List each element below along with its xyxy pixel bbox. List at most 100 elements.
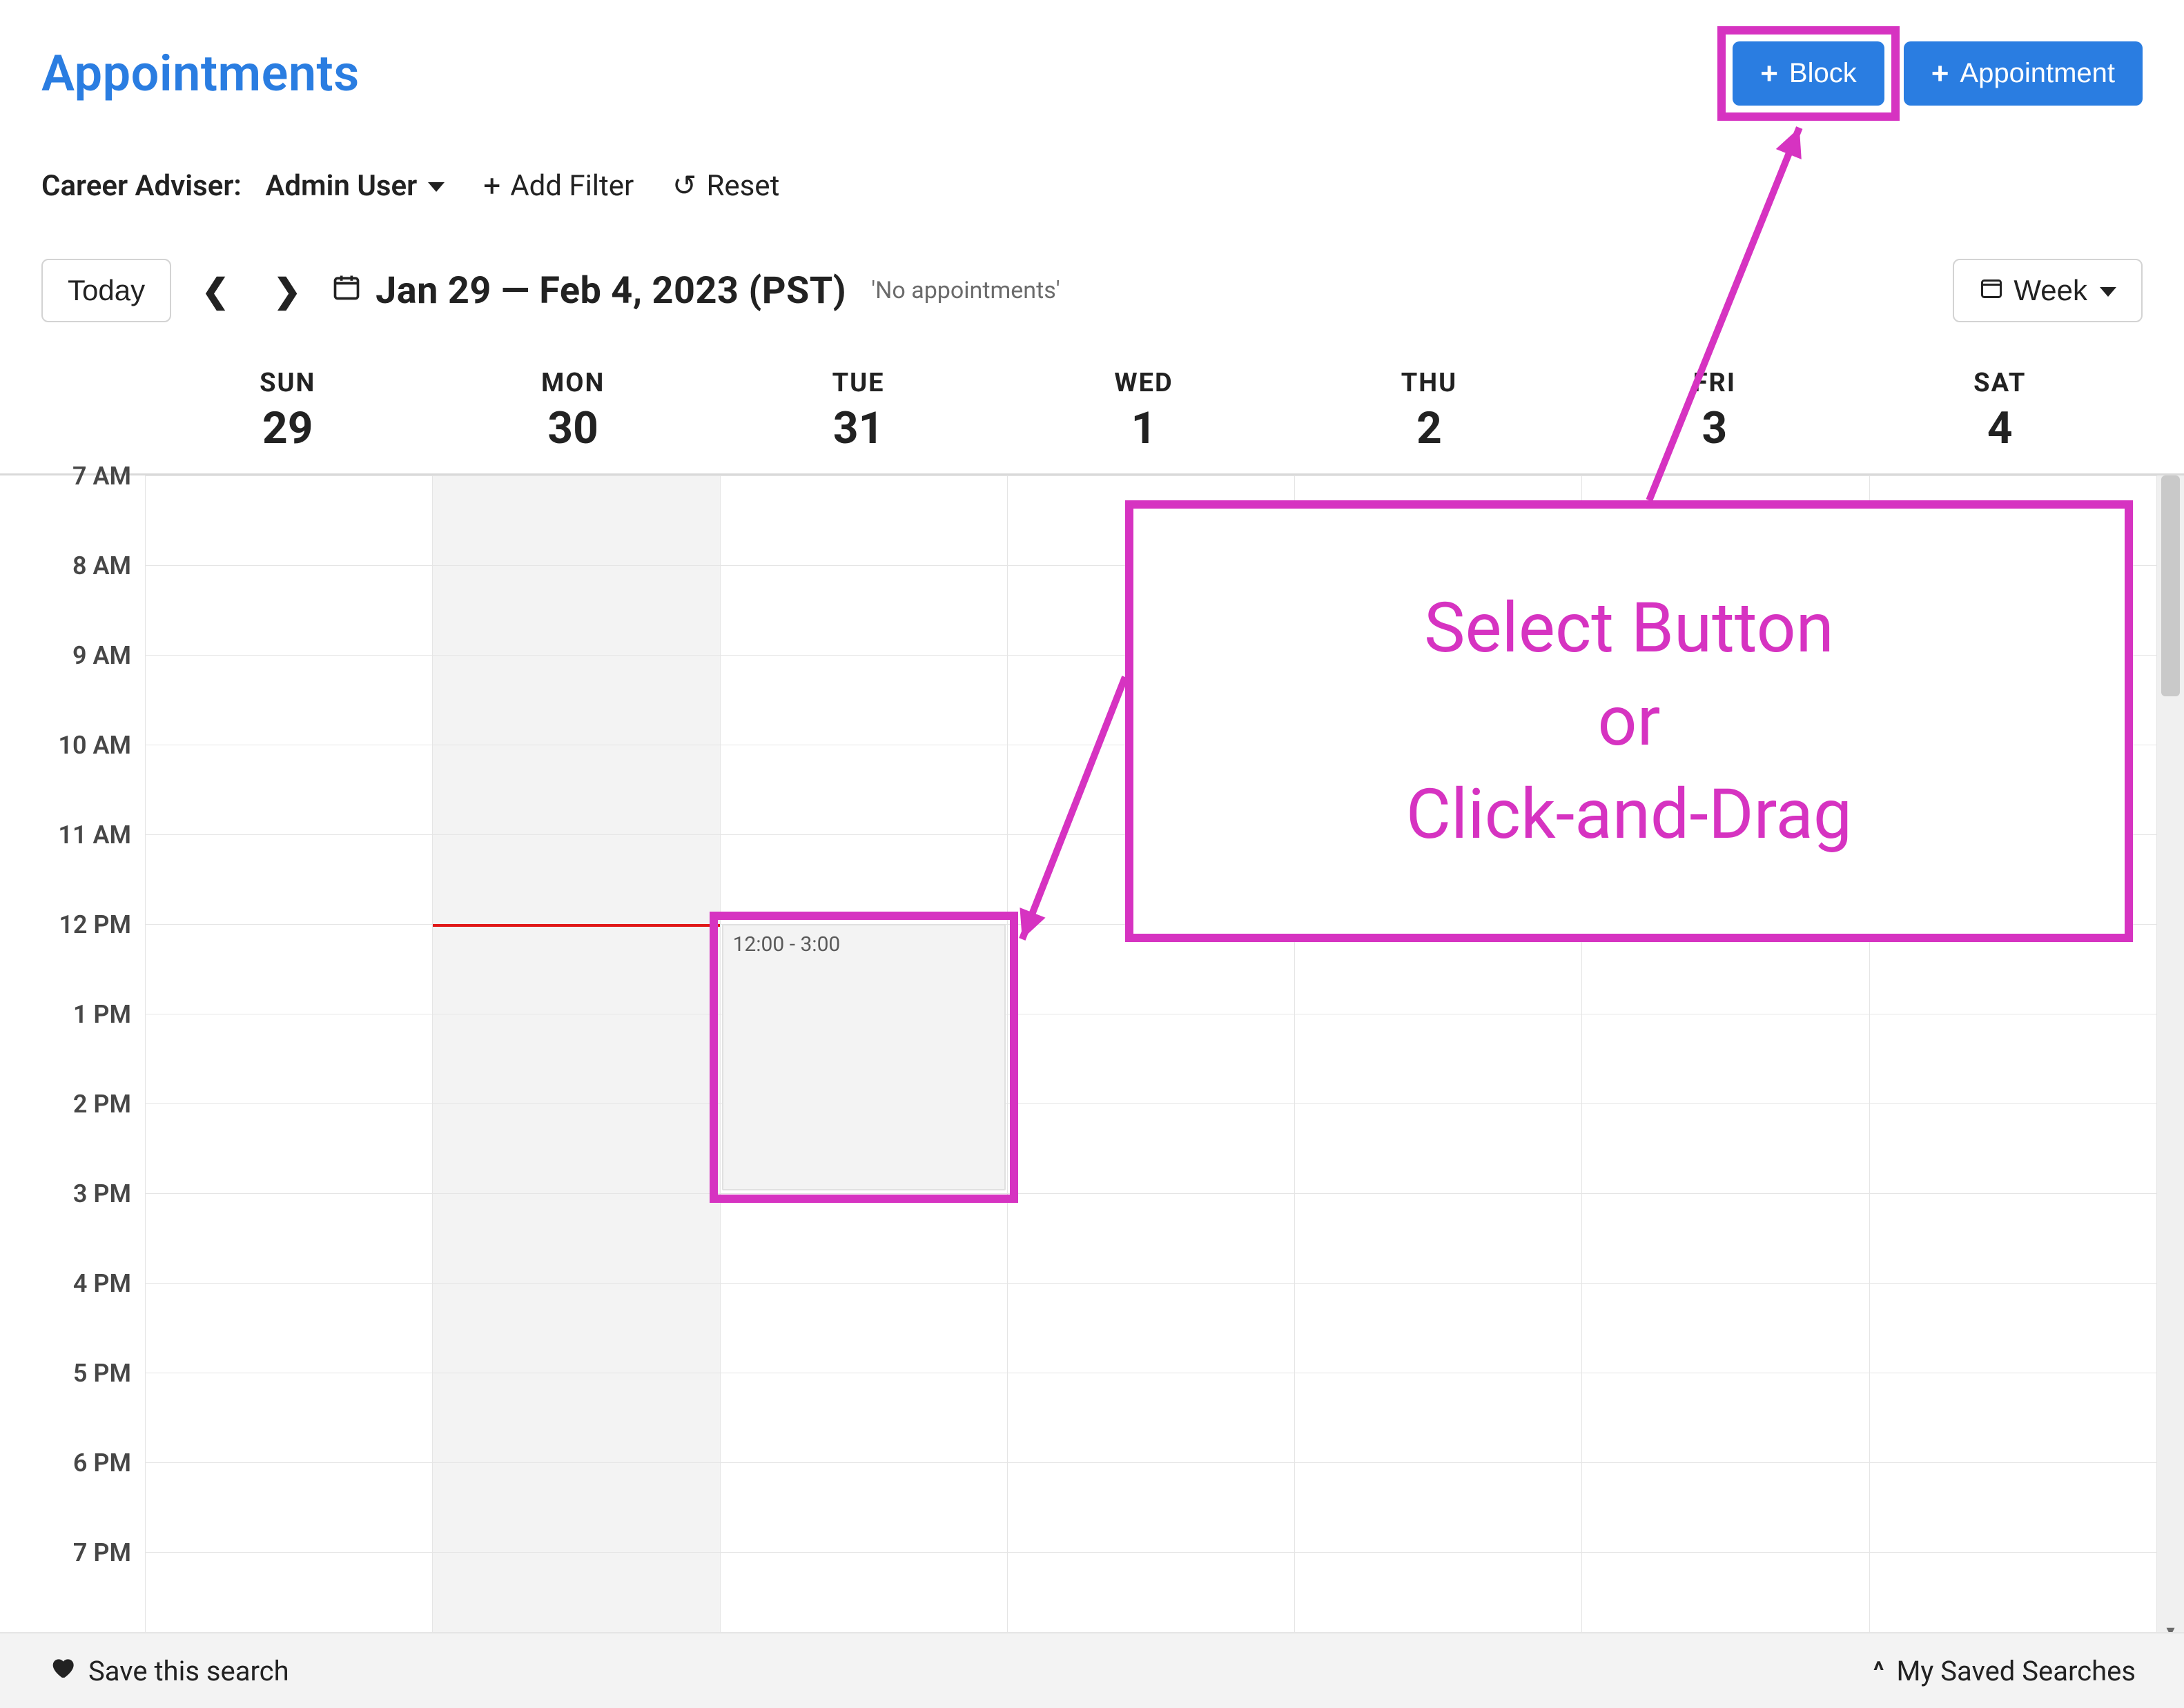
hour-cell[interactable] xyxy=(146,1552,432,1642)
hour-cell[interactable] xyxy=(721,1552,1007,1642)
hour-cell[interactable] xyxy=(433,1014,719,1103)
hour-cell[interactable] xyxy=(146,1373,432,1462)
hour-cell[interactable] xyxy=(1008,1373,1294,1462)
hour-cell[interactable] xyxy=(1295,1193,1581,1283)
day-column[interactable] xyxy=(432,475,719,1642)
calendar-icon xyxy=(331,272,362,310)
hour-cell[interactable] xyxy=(1870,1193,2156,1283)
hour-cell[interactable] xyxy=(433,1103,719,1193)
day-headers: SUN29MON30TUE31WED1THU2FRI3SAT4 xyxy=(0,350,2184,469)
hour-cell[interactable] xyxy=(721,1283,1007,1373)
hour-cell[interactable] xyxy=(1582,1552,1869,1642)
today-label: Today xyxy=(68,274,145,307)
day-column[interactable] xyxy=(145,475,432,1642)
my-saved-searches-button[interactable]: ^ My Saved Searches xyxy=(1873,1655,2136,1687)
save-search-button[interactable]: Save this search xyxy=(48,1653,289,1688)
hour-cell[interactable] xyxy=(1295,1462,1581,1552)
hour-cell[interactable] xyxy=(146,834,432,924)
hour-cell[interactable] xyxy=(1008,1193,1294,1283)
date-range-text: Jan 29 — Feb 4, 2023 (PST) xyxy=(376,269,846,313)
view-selector[interactable]: Week xyxy=(1953,259,2143,322)
annotation-callout-box: Select Button or Click-and-Drag xyxy=(1125,500,2133,942)
hour-cell[interactable] xyxy=(433,1373,719,1462)
reset-button[interactable]: ↻ Reset xyxy=(672,168,779,203)
hour-cell[interactable] xyxy=(1582,1193,1869,1283)
hour-cell[interactable] xyxy=(1008,1014,1294,1103)
time-column: 7 AM8 AM9 AM10 AM11 AM12 PM1 PM2 PM3 PM4… xyxy=(0,475,145,1642)
scroll-thumb[interactable] xyxy=(2161,475,2180,696)
hour-cell[interactable] xyxy=(1008,1283,1294,1373)
hour-cell[interactable] xyxy=(433,834,719,924)
hour-cell[interactable] xyxy=(1295,1552,1581,1642)
hour-cell[interactable] xyxy=(146,565,432,655)
adviser-label: Career Adviser: xyxy=(41,169,242,203)
hour-cell[interactable] xyxy=(433,745,719,834)
appointment-button[interactable]: + Appointment xyxy=(1904,41,2143,106)
hour-cell[interactable] xyxy=(721,655,1007,745)
hour-cell[interactable] xyxy=(146,1462,432,1552)
hour-cell[interactable] xyxy=(433,1193,719,1283)
hour-cell[interactable] xyxy=(433,565,719,655)
hour-cell[interactable] xyxy=(1295,1014,1581,1103)
hour-cell[interactable] xyxy=(1295,1283,1581,1373)
hour-cell[interactable] xyxy=(146,475,432,565)
hour-cell[interactable] xyxy=(721,834,1007,924)
hour-cell[interactable] xyxy=(146,1193,432,1283)
appointment-button-label: Appointment xyxy=(1960,58,2115,89)
hour-cell[interactable] xyxy=(721,1373,1007,1462)
date-range: Jan 29 — Feb 4, 2023 (PST) 'No appointme… xyxy=(331,269,1060,313)
hour-cell[interactable] xyxy=(433,1462,719,1552)
my-saved-label: My Saved Searches xyxy=(1896,1655,2136,1687)
next-week-button[interactable]: ❯ xyxy=(260,271,315,311)
hour-cell[interactable] xyxy=(433,1552,719,1642)
hour-cell[interactable] xyxy=(1870,1373,2156,1462)
hour-cell[interactable] xyxy=(433,924,719,1014)
block-button[interactable]: + Block xyxy=(1733,41,1884,106)
hour-cell[interactable] xyxy=(721,1193,1007,1283)
hour-cell[interactable] xyxy=(721,565,1007,655)
hour-cell[interactable] xyxy=(433,655,719,745)
hour-cell[interactable] xyxy=(433,1283,719,1373)
day-number: 2 xyxy=(1287,402,1572,454)
hour-cell[interactable] xyxy=(1008,1103,1294,1193)
day-of-week: MON xyxy=(430,368,715,398)
chevron-down-icon xyxy=(428,182,445,192)
hour-cell[interactable] xyxy=(721,475,1007,565)
hour-cell[interactable] xyxy=(1582,1283,1869,1373)
career-adviser-filter[interactable]: Career Adviser: Admin User xyxy=(41,169,445,203)
hour-cell[interactable] xyxy=(146,745,432,834)
hour-cell[interactable] xyxy=(146,1014,432,1103)
toolbar-left: Today ❮ ❯ Jan 29 — Feb 4, 2023 (PST) 'No… xyxy=(41,259,1060,322)
hour-cell[interactable] xyxy=(146,655,432,745)
reset-label: Reset xyxy=(706,169,779,203)
filter-bar: Career Adviser: Admin User + Add Filter … xyxy=(0,106,2184,204)
hour-cell[interactable] xyxy=(721,745,1007,834)
scrollbar[interactable]: ▴▾ xyxy=(2156,475,2184,1642)
hour-cell[interactable] xyxy=(1582,1462,1869,1552)
day-number: 30 xyxy=(430,402,715,454)
hour-cell[interactable] xyxy=(1870,1462,2156,1552)
hour-cell[interactable] xyxy=(146,924,432,1014)
hour-cell[interactable] xyxy=(1295,1103,1581,1193)
day-of-week: SAT xyxy=(1858,368,2143,398)
hour-cell[interactable] xyxy=(433,475,719,565)
hour-cell[interactable] xyxy=(146,1283,432,1373)
hour-cell[interactable] xyxy=(721,1462,1007,1552)
hour-cell[interactable] xyxy=(1870,1103,2156,1193)
add-filter-button[interactable]: + Add Filter xyxy=(483,168,634,204)
hour-cell[interactable] xyxy=(1582,1014,1869,1103)
hour-cell[interactable] xyxy=(1870,1014,2156,1103)
hour-cell[interactable] xyxy=(1582,1373,1869,1462)
today-button[interactable]: Today xyxy=(41,259,171,322)
hour-cell[interactable] xyxy=(1008,1462,1294,1552)
hour-cell[interactable] xyxy=(1295,1373,1581,1462)
drag-selection[interactable]: 12:00 - 3:00 xyxy=(722,924,1006,1190)
hour-cell[interactable] xyxy=(1870,1552,2156,1642)
hour-cell[interactable] xyxy=(1008,1552,1294,1642)
prev-week-button[interactable]: ❮ xyxy=(188,271,243,311)
hour-cell[interactable] xyxy=(1870,1283,2156,1373)
hour-cell[interactable] xyxy=(146,1103,432,1193)
adviser-value: Admin User xyxy=(265,169,417,203)
day-column[interactable]: 12:00 - 3:00 xyxy=(720,475,1007,1642)
hour-cell[interactable] xyxy=(1582,1103,1869,1193)
